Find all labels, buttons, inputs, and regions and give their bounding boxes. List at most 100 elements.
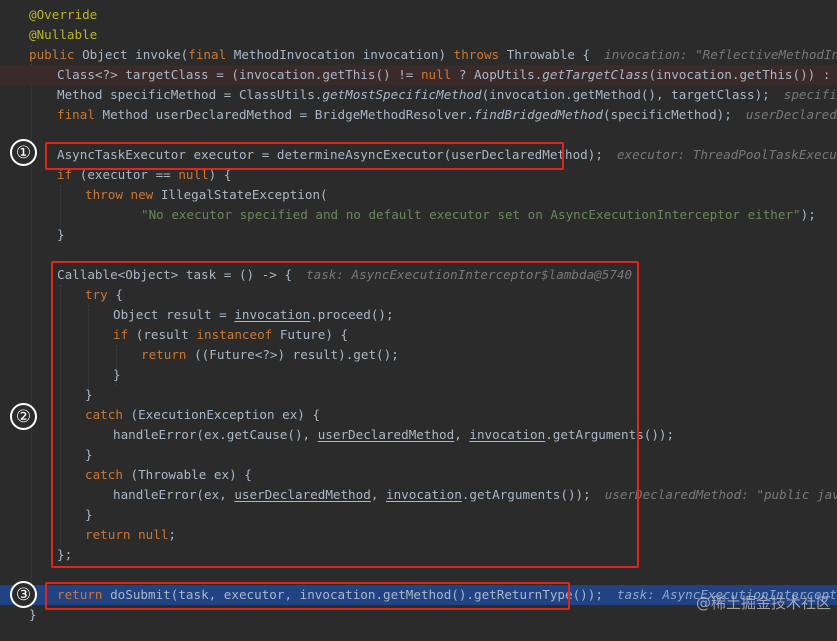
inline-debug-value: task: AsyncExecutionInterceptor$lambda@5… <box>306 267 633 282</box>
code-token: (invocation.getThis()) : <box>648 67 837 82</box>
line-19-text: } <box>85 385 93 405</box>
code-token: Object invoke( <box>82 47 189 62</box>
code-token: findBridgedMethod <box>474 107 603 122</box>
line-23-text: catch (Throwable ex) { <box>85 465 252 485</box>
code-line: handleError(ex, userDeclaredMethod, invo… <box>0 485 837 505</box>
line-30-text: } <box>29 605 37 625</box>
code-line: catch (ExecutionException ex) { <box>0 405 837 425</box>
code-token: handleError(ex.getCause(), <box>113 427 318 442</box>
code-line: @Override <box>0 5 837 25</box>
line-18-text: } <box>113 365 121 385</box>
code-line: Method specificMethod = ClassUtils.getMo… <box>0 85 837 105</box>
code-token: return null <box>85 527 169 542</box>
code-line: AsyncTaskExecutor executor = determineAs… <box>0 145 837 165</box>
code-token: ) { <box>208 167 232 182</box>
line-2-text: public Object invoke(final MethodInvocat… <box>29 45 837 65</box>
code-line: final Method userDeclaredMethod = Bridge… <box>0 105 837 125</box>
code-line: try { <box>0 285 837 305</box>
code-token: AsyncTaskExecutor executor = determineAs… <box>57 147 603 162</box>
line-22-text: } <box>85 445 93 465</box>
code-token: handleError(ex, <box>113 487 235 502</box>
code-token: (invocation.getMethod(), targetClass); <box>481 87 770 102</box>
code-token: ? AopUtils. <box>451 67 543 82</box>
line-7-text: AsyncTaskExecutor executor = determineAs… <box>57 145 837 165</box>
code-token: } <box>85 387 93 402</box>
line-20-text: catch (ExecutionException ex) { <box>85 405 320 425</box>
code-token: (Throwable ex) { <box>130 467 252 482</box>
line-14-text: try { <box>85 285 123 305</box>
code-line: if (result instanceof Future) { <box>0 325 837 345</box>
inline-debug-value: userDeclaredMethod: "public java.lang.S.… <box>604 487 837 502</box>
code-token: Object result = <box>113 307 235 322</box>
code-token: @Override <box>29 7 98 22</box>
code-token: } <box>85 447 93 462</box>
inline-debug-value: specificMethod: "public ... <box>783 87 837 102</box>
line-1-text: @Nullable <box>29 25 97 45</box>
code-token: userDeclaredMethod <box>317 427 455 442</box>
code-token: null <box>178 167 209 182</box>
code-line: Object result = invocation.proceed(); <box>0 305 837 325</box>
code-token: (specificMethod); <box>602 107 732 122</box>
code-token: if <box>113 327 136 342</box>
code-line: return ((Future<?>) result).get(); <box>0 345 837 365</box>
code-token: Throwable { <box>506 47 591 62</box>
code-token: final <box>188 47 234 62</box>
code-token: @Nullable <box>29 27 98 42</box>
code-line: } <box>0 225 837 245</box>
marker-3: ③ <box>10 581 37 608</box>
code-token: invocation <box>234 307 311 322</box>
code-token: } <box>85 507 93 522</box>
code-line: } <box>0 445 837 465</box>
code-token: final <box>57 107 103 122</box>
code-line: @Nullable <box>0 25 837 45</box>
code-token: public <box>29 47 83 62</box>
line-3-text: Class<?> targetClass = (invocation.getTh… <box>57 65 837 85</box>
code-token: Method specificMethod = ClassUtils. <box>57 87 323 102</box>
code-line: } <box>0 385 837 405</box>
code-token: .getArguments()); <box>461 487 591 502</box>
code-token: } <box>113 367 121 382</box>
code-token: return <box>57 587 111 602</box>
code-token: return <box>141 347 195 362</box>
code-token: catch <box>85 407 131 422</box>
code-token: try <box>85 287 116 302</box>
line-17-text: return ((Future<?>) result).get(); <box>141 345 399 365</box>
marker-2: ② <box>10 403 37 430</box>
line-25-text: } <box>85 505 93 525</box>
code-token: null <box>420 67 452 82</box>
code-line: public Object invoke(final MethodInvocat… <box>0 45 837 65</box>
code-token: ; <box>168 527 176 542</box>
line-24-text: handleError(ex, userDeclaredMethod, invo… <box>113 485 837 505</box>
code-token: throw new <box>85 187 161 202</box>
code-token: catch <box>85 467 131 482</box>
inline-debug-value: userDeclaredMethod: "public ... <box>745 107 837 122</box>
line-16-text: if (result instanceof Future) { <box>113 325 348 345</box>
code-token: } <box>57 227 65 242</box>
code-token: "No executor specified and no default ex… <box>141 207 801 222</box>
inline-debug-value: executor: ThreadPoolTaskExecutor@5707 <box>616 147 837 162</box>
code-token: instanceof <box>196 327 280 342</box>
code-token: throws <box>453 47 507 62</box>
code-line: if (executor == null) { <box>0 165 837 185</box>
line-10-text: "No executor specified and no default ex… <box>141 205 816 225</box>
code-token: getMostSpecificMethod <box>322 87 482 102</box>
line-13-text: Callable<Object> task = () -> { task: Asy… <box>57 265 632 285</box>
code-token: Method userDeclaredMethod = BridgeMethod… <box>102 107 475 122</box>
line-11-text: } <box>57 225 65 245</box>
code-token: .getArguments()); <box>545 427 675 442</box>
code-token: { <box>115 287 123 302</box>
inline-debug-value: invocation: "ReflectiveMethodInvocation:… <box>604 47 837 62</box>
code-token: IllegalStateException( <box>160 187 328 202</box>
code-token: , <box>454 427 470 442</box>
code-token: if <box>57 167 80 182</box>
line-0-text: @Override <box>29 5 97 25</box>
code-line: throw new IllegalStateException( <box>0 185 837 205</box>
code-token: ); <box>800 207 816 222</box>
code-token: Callable<Object> task = () -> { <box>57 267 293 282</box>
code-token: getTargetClass <box>542 67 649 82</box>
code-token: .proceed(); <box>310 307 394 322</box>
code-token: invocation <box>469 427 546 442</box>
code-token: (executor == <box>79 167 179 182</box>
